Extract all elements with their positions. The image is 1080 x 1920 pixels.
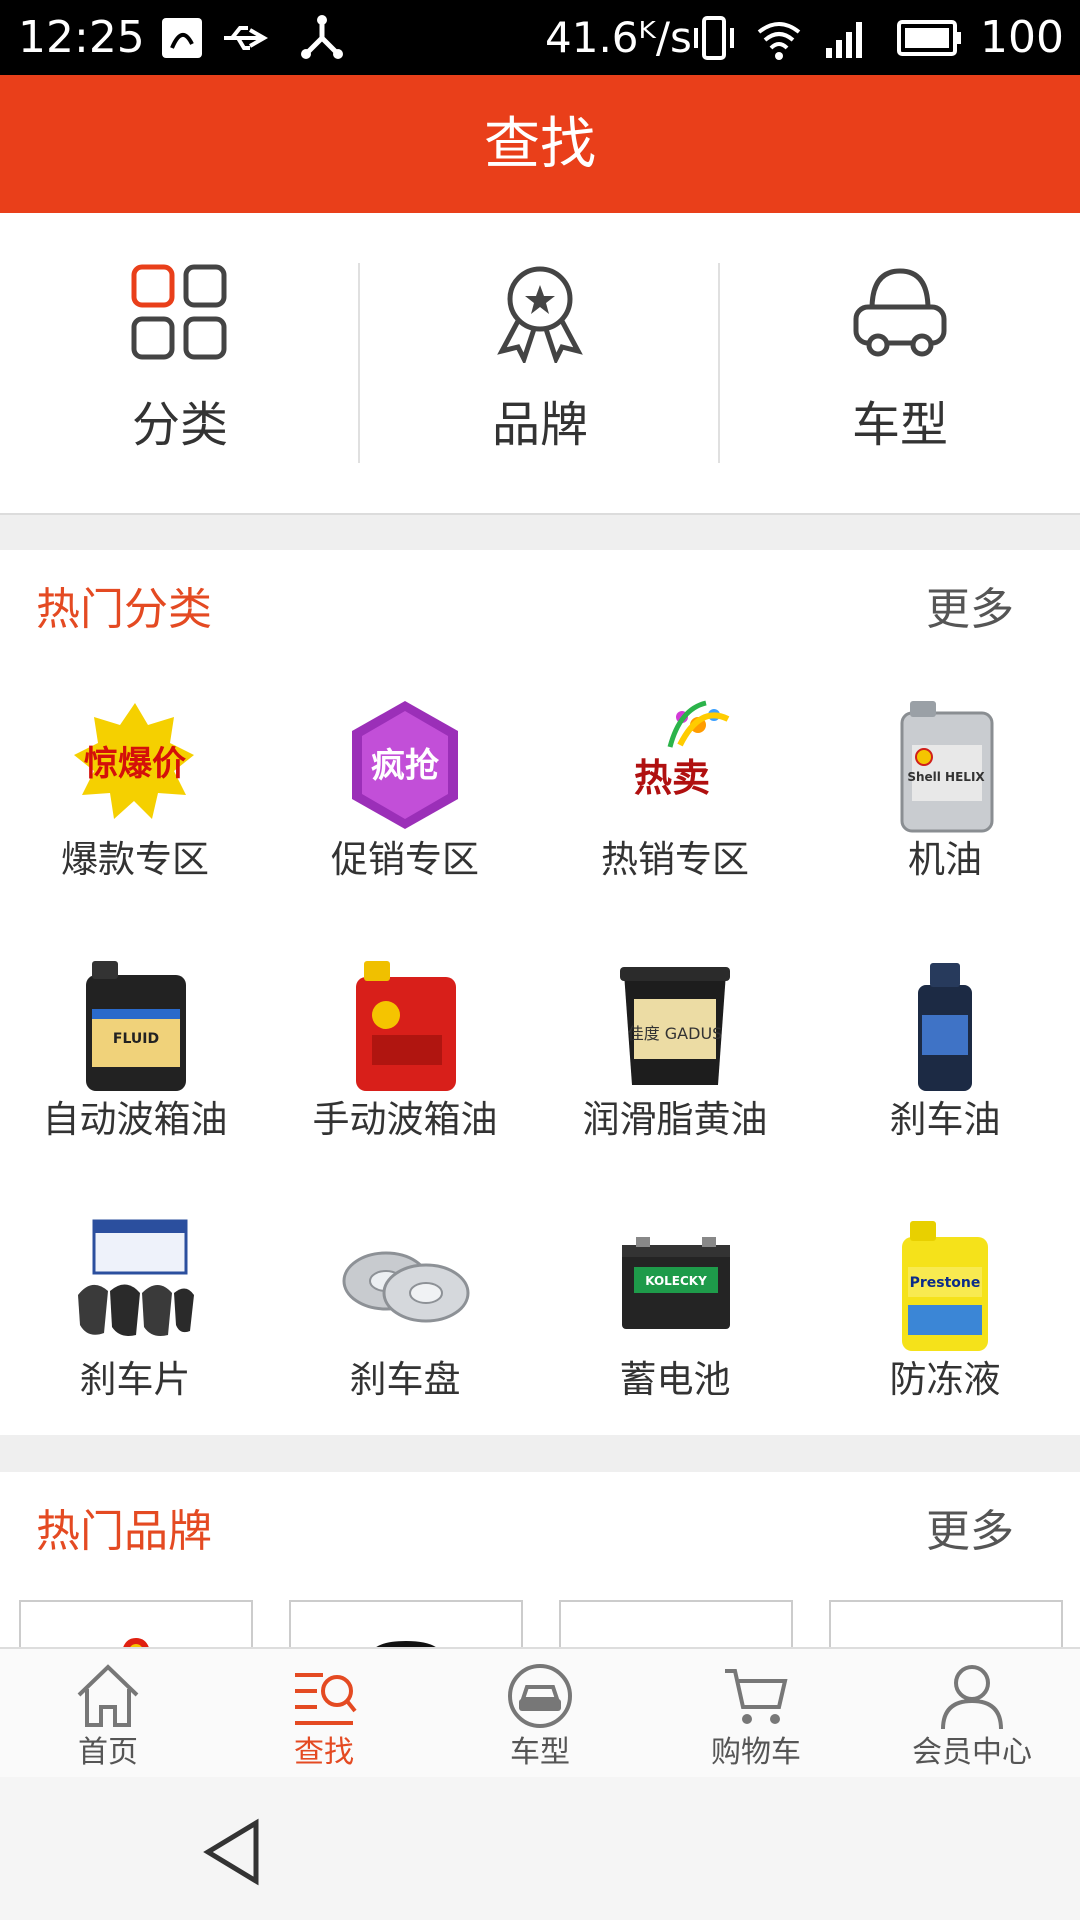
grease-bucket-image: 佳度 GADUS [620, 967, 730, 1085]
bottom-tab-bar: 首页 查找 车型 购物车 会员中心 [0, 1647, 1080, 1779]
brand-card[interactable] [19, 1600, 253, 1647]
wifi-icon [757, 22, 801, 60]
signal-icon [826, 22, 862, 58]
engine-oil-image: Shell HELIX [900, 701, 994, 833]
status-bar: 12:25 41.6ᴷ/s 100 [0, 0, 1080, 75]
tab-cart-label: 购物车 [711, 1735, 801, 1770]
category-item[interactable]: Shell HELIX 机油 [810, 695, 1080, 955]
debug-icon [301, 15, 343, 59]
svg-text:KOLECKY: KOLECKY [645, 1274, 707, 1288]
promo-burst-image: 惊爆价 [74, 703, 194, 819]
category-label: 机油 [908, 838, 982, 881]
category-label: 防冻液 [889, 1358, 1001, 1401]
car-icon [853, 268, 947, 357]
hot-brands-section: 热门品牌 更多 [0, 1472, 1080, 1647]
hot-brands-more-link[interactable]: 更多 [926, 1502, 1014, 1562]
brake-disc-image [342, 1251, 470, 1323]
filter-category-button[interactable]: 分类 [0, 213, 360, 513]
category-label: 爆款专区 [61, 838, 209, 881]
category-label: 刹车油 [889, 1098, 1001, 1141]
promo-hexagon-image: 疯抢 [352, 701, 458, 829]
atf-fluid-image: FLUID [86, 961, 186, 1091]
category-item[interactable]: 热卖 热销专区 [540, 695, 810, 955]
tab-vehicle[interactable]: 车型 [432, 1649, 648, 1779]
filter-row: 分类 品牌 车型 [0, 213, 1080, 515]
network-speed: 41.6ᴷ/s [545, 13, 692, 62]
shell-logo-image [123, 1638, 149, 1647]
filter-vehicle-label: 车型 [851, 397, 948, 453]
search-list-icon [295, 1673, 357, 1725]
svg-text:Prestone: Prestone [910, 1275, 981, 1291]
category-label: 润滑脂黄油 [582, 1098, 768, 1141]
svg-text:佳度 GADUS: 佳度 GADUS [628, 1024, 723, 1043]
app-header: 查找 [0, 75, 1080, 213]
svg-text:FLUID: FLUID [113, 1031, 159, 1047]
tab-home-label: 首页 [78, 1735, 138, 1770]
promo-hot-sale-image: 热卖 [634, 700, 730, 800]
hot-categories-section: 热门分类 更多 惊爆价 爆款专区 疯抢 促销专区 热卖 热销专区 Shell H… [0, 550, 1080, 1435]
page-title: 查找 [484, 112, 596, 177]
brake-pads-image [78, 1219, 194, 1336]
category-label: 刹车片 [79, 1358, 191, 1401]
cart-icon [725, 1669, 788, 1724]
car-icon [508, 1664, 572, 1728]
category-label: 自动波箱油 [42, 1098, 228, 1141]
svg-text:Shell HELIX: Shell HELIX [907, 770, 985, 784]
tab-member[interactable]: 会员中心 [864, 1649, 1080, 1779]
category-label: 手动波箱油 [312, 1098, 498, 1141]
usb-icon [224, 26, 268, 50]
filter-category-label: 分类 [131, 397, 228, 453]
tab-home[interactable]: 首页 [0, 1649, 216, 1779]
system-nav-bar [0, 1777, 1080, 1920]
category-item[interactable]: Prestone 防冻液 [810, 1215, 1080, 1475]
hot-brands-title: 热门品牌 [36, 1506, 212, 1557]
brand-card[interactable] [289, 1600, 523, 1647]
svg-text:惊爆价: 惊爆价 [84, 744, 186, 784]
brand-logo-image [376, 1640, 436, 1647]
filter-brand-button[interactable]: 品牌 [360, 213, 720, 513]
brand-card[interactable] [559, 1600, 793, 1647]
battery-image: KOLECKY [622, 1237, 730, 1329]
grid-icon [131, 264, 227, 360]
home-icon [77, 1664, 139, 1727]
hot-categories-more-link[interactable]: 更多 [926, 580, 1014, 640]
category-item[interactable]: 惊爆价 爆款专区 [0, 695, 270, 955]
back-icon[interactable] [200, 1817, 264, 1887]
hot-categories-title: 热门分类 [36, 584, 212, 635]
brand-card[interactable] [829, 1600, 1063, 1647]
vibrate-icon [694, 16, 734, 60]
tab-search[interactable]: 查找 [216, 1649, 432, 1779]
filter-brand-label: 品牌 [491, 397, 588, 453]
app-notification-icon [162, 18, 202, 58]
category-item[interactable]: 刹车油 [810, 955, 1080, 1215]
tab-vehicle-label: 车型 [510, 1735, 570, 1770]
category-label: 热销专区 [601, 838, 749, 881]
category-label: 促销专区 [331, 838, 479, 881]
award-ribbon-icon [497, 266, 583, 363]
category-label: 刹车盘 [349, 1358, 461, 1401]
category-item[interactable]: 佳度 GADUS 润滑脂黄油 [540, 955, 810, 1215]
category-item[interactable]: 疯抢 促销专区 [270, 695, 540, 955]
user-icon [941, 1665, 1003, 1730]
battery-percent: 100 [980, 12, 1064, 63]
category-item[interactable]: FLUID 自动波箱油 [0, 955, 270, 1215]
category-item[interactable]: KOLECKY 蓄电池 [540, 1215, 810, 1475]
battery-icon [897, 20, 961, 56]
brake-fluid-image [918, 963, 972, 1091]
filter-vehicle-button[interactable]: 车型 [720, 213, 1080, 513]
tab-search-label: 查找 [294, 1735, 354, 1770]
tab-member-label: 会员中心 [912, 1735, 1032, 1770]
status-time: 12:25 [18, 12, 145, 63]
svg-text:热卖: 热卖 [634, 756, 710, 800]
category-item[interactable]: 刹车片 [0, 1215, 270, 1475]
category-item[interactable]: 刹车盘 [270, 1215, 540, 1475]
svg-text:疯抢: 疯抢 [371, 746, 440, 786]
manual-transmission-oil-image [356, 961, 456, 1091]
category-label: 蓄电池 [619, 1358, 731, 1401]
coolant-image: Prestone [902, 1221, 988, 1351]
category-item[interactable]: 手动波箱油 [270, 955, 540, 1215]
tab-cart[interactable]: 购物车 [648, 1649, 864, 1779]
